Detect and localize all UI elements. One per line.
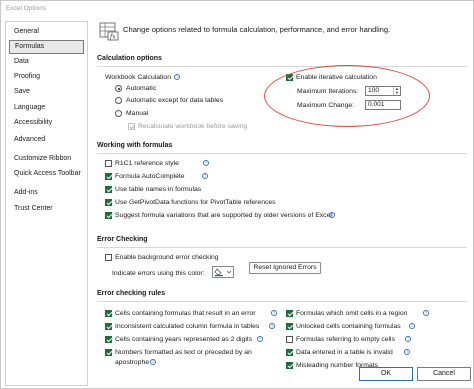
sidebar-item-quick-access-toolbar[interactable]: Quick Access Toolbar bbox=[9, 167, 84, 181]
window-title: Excel Options bbox=[6, 5, 47, 12]
sidebar-item-accessibility[interactable]: Accessibility bbox=[9, 116, 84, 130]
info-icon[interactable]: i bbox=[257, 336, 263, 342]
sidebar-item-trust-center[interactable]: Trust Center bbox=[9, 202, 84, 216]
sidebar: General Formulas Data Proofing Save Lang… bbox=[5, 21, 88, 386]
paint-bucket-icon bbox=[214, 268, 232, 277]
rule-invalid-table-data-checkbox[interactable] bbox=[286, 349, 293, 356]
info-icon[interactable]: i bbox=[423, 310, 429, 316]
ok-button[interactable]: OK bbox=[359, 367, 413, 381]
header-description: Change options related to formula calcul… bbox=[123, 25, 391, 34]
error-color-picker[interactable] bbox=[212, 266, 234, 278]
info-icon[interactable]: i bbox=[202, 173, 208, 179]
rule-formula-error-label: Cells containing formulas that result in… bbox=[115, 310, 256, 317]
title-bar: Excel Options bbox=[1, 1, 473, 15]
radio-automatic-except-label: Automatic except for data tables bbox=[126, 97, 224, 104]
sidebar-item-language[interactable]: Language bbox=[9, 101, 84, 115]
radio-automatic-label: Automatic bbox=[126, 85, 157, 92]
rule-numbers-as-text-checkbox[interactable] bbox=[105, 349, 112, 356]
annotation-ellipse bbox=[264, 65, 430, 127]
sidebar-item-advanced[interactable]: Advanced bbox=[9, 133, 84, 147]
rule-omit-cells-label: Formulas which omit cells in a region bbox=[296, 310, 408, 317]
radio-manual[interactable] bbox=[115, 110, 122, 117]
table-names-label: Use table names in formulas bbox=[115, 186, 202, 193]
sidebar-item-proofing[interactable]: Proofing bbox=[9, 70, 84, 84]
background-error-checking-checkbox[interactable] bbox=[105, 254, 112, 261]
rule-misleading-formats-checkbox[interactable] bbox=[286, 362, 293, 369]
r1c1-checkbox[interactable] bbox=[105, 160, 112, 167]
indicate-errors-label: Indicate errors using this color: bbox=[112, 270, 205, 277]
radio-manual-label: Manual bbox=[126, 110, 149, 117]
info-icon[interactable]: i bbox=[150, 359, 156, 365]
formula-autocomplete-label: Formula AutoComplete bbox=[115, 173, 185, 180]
background-error-checking-label: Enable background error checking bbox=[115, 254, 219, 261]
radio-automatic[interactable] bbox=[115, 85, 122, 92]
sidebar-item-customize-ribbon[interactable]: Customize Ribbon bbox=[9, 152, 84, 166]
sidebar-item-add-ins[interactable]: Add-ins bbox=[9, 186, 84, 200]
rule-omit-cells-checkbox[interactable] bbox=[286, 310, 293, 317]
svg-text:fx: fx bbox=[109, 34, 116, 41]
rule-empty-cells-label: Formulas referring to empty cells bbox=[296, 336, 395, 343]
recalculate-before-saving-checkbox[interactable] bbox=[128, 123, 135, 130]
rule-inconsistent-column-label: Inconsistent calculated column formula i… bbox=[115, 323, 260, 330]
reset-ignored-errors-button[interactable]: Reset Ignored Errors bbox=[249, 262, 321, 274]
sidebar-item-general[interactable]: General bbox=[9, 25, 84, 39]
rule-unlocked-cells-checkbox[interactable] bbox=[286, 323, 293, 330]
radio-automatic-except-tables[interactable] bbox=[115, 97, 122, 104]
rule-numbers-as-text-label-line2: apostrophe bbox=[115, 359, 150, 366]
formula-sheet-icon: fx bbox=[99, 22, 119, 41]
section-error-checking-rules: Error checking rules bbox=[97, 290, 467, 302]
rule-inconsistent-column-checkbox[interactable] bbox=[105, 323, 112, 330]
recalculate-before-saving-label: Recalculate workbook before saving bbox=[138, 123, 248, 130]
suggest-variations-checkbox[interactable] bbox=[105, 212, 112, 219]
rule-empty-cells-checkbox[interactable] bbox=[286, 336, 293, 343]
info-icon[interactable]: i bbox=[203, 160, 209, 166]
section-error-checking: Error Checking bbox=[97, 236, 467, 248]
info-icon[interactable]: i bbox=[409, 323, 415, 329]
info-icon[interactable]: i bbox=[271, 310, 277, 316]
formula-autocomplete-checkbox[interactable] bbox=[105, 173, 112, 180]
cancel-button[interactable]: Cancel bbox=[417, 367, 471, 381]
table-names-checkbox[interactable] bbox=[105, 186, 112, 193]
rule-unlocked-cells-label: Unlocked cells containing formulas bbox=[296, 323, 401, 330]
rule-invalid-table-data-label: Data entered in a table is invalid bbox=[296, 349, 393, 356]
info-icon[interactable]: i bbox=[404, 349, 410, 355]
getpivotdata-label: Use GetPivotData functions for PivotTabl… bbox=[115, 199, 276, 206]
r1c1-label: R1C1 reference style bbox=[115, 160, 179, 167]
rule-numbers-as-text-label: Numbers formatted as text or preceded by… bbox=[115, 349, 252, 356]
info-icon[interactable]: i bbox=[329, 212, 335, 218]
getpivotdata-checkbox[interactable] bbox=[105, 199, 112, 206]
info-icon[interactable]: i bbox=[269, 323, 275, 329]
sidebar-item-formulas[interactable]: Formulas bbox=[9, 40, 84, 54]
main-panel: fx Change options related to formula cal… bbox=[93, 15, 471, 388]
rule-two-digit-years-label: Cells containing years represented as 2 … bbox=[115, 336, 253, 343]
workbook-calculation-label: Workbook Calculation bbox=[105, 74, 171, 81]
section-calculation-options: Calculation options bbox=[97, 55, 467, 67]
rule-formula-error-checkbox[interactable] bbox=[105, 310, 112, 317]
info-icon[interactable]: i bbox=[174, 74, 180, 80]
section-working-with-formulas: Working with formulas bbox=[97, 142, 467, 154]
suggest-variations-label: Suggest formula variations that are supp… bbox=[115, 212, 332, 219]
excel-options-window: Excel Options General Formulas Data Proo… bbox=[0, 0, 474, 389]
sidebar-item-data[interactable]: Data bbox=[9, 55, 84, 69]
rule-two-digit-years-checkbox[interactable] bbox=[105, 336, 112, 343]
sidebar-item-save[interactable]: Save bbox=[9, 85, 84, 99]
info-icon[interactable]: i bbox=[405, 336, 411, 342]
